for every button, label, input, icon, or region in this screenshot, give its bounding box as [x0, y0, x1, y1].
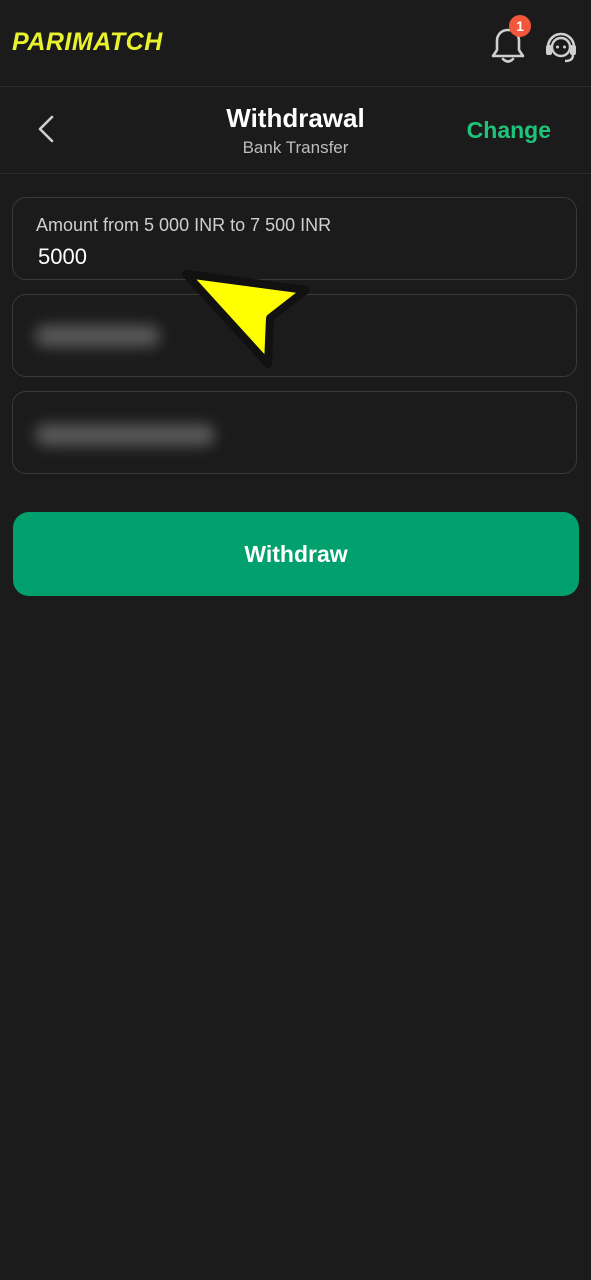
account-holder-field[interactable]: [12, 391, 577, 474]
blurred-value: [35, 424, 215, 446]
top-bar: PARIMATCH 1: [0, 0, 591, 87]
blurred-value: [35, 325, 160, 347]
amount-input[interactable]: 5000: [38, 244, 87, 270]
page-header: Withdrawal Bank Transfer Change: [0, 87, 591, 174]
notification-badge: 1: [509, 15, 531, 37]
parimatch-logo[interactable]: PARIMATCH: [12, 28, 163, 57]
change-method-link[interactable]: Change: [467, 117, 551, 144]
withdraw-button[interactable]: Withdraw: [13, 512, 579, 596]
amount-field-label: Amount from 5 000 INR to 7 500 INR: [36, 215, 332, 235]
pointer-arrow-icon: [170, 258, 320, 376]
headset-icon[interactable]: [543, 28, 579, 64]
